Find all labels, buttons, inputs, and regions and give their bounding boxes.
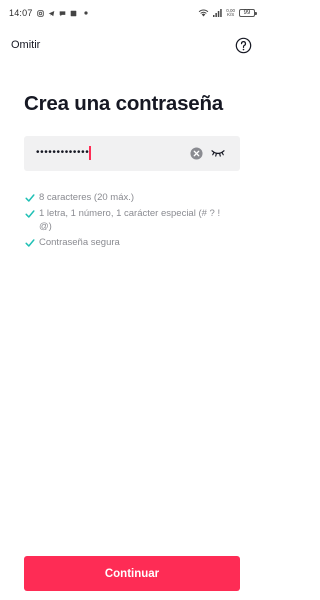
- text-caret: [89, 146, 91, 160]
- help-circle-icon[interactable]: [235, 37, 252, 54]
- requirement-label: 8 caracteres (20 máx.): [39, 192, 135, 203]
- clear-icon[interactable]: [190, 147, 203, 160]
- notification-dot-icon: [83, 11, 88, 15]
- requirement-label: Contraseña segura: [39, 237, 120, 248]
- requirement-item: 8 caracteres (20 máx.): [25, 191, 240, 204]
- telegram-icon: [48, 10, 54, 16]
- gallery-icon: [70, 10, 76, 16]
- status-bar: 14:07 0,00 K/S 99: [0, 0, 263, 26]
- eye-closed-icon[interactable]: [211, 148, 225, 158]
- skip-button[interactable]: Omitir: [11, 39, 40, 51]
- message-icon: [59, 10, 65, 16]
- network-speed-unit: K/S: [226, 12, 235, 17]
- battery-level: 99: [243, 10, 251, 16]
- page-title: Crea una contraseña: [24, 92, 223, 115]
- password-field[interactable]: •••••••••••••: [24, 136, 240, 171]
- top-nav: Omitir: [0, 34, 263, 58]
- signal-icon: [213, 9, 222, 17]
- password-value: •••••••••••••: [36, 147, 90, 158]
- password-requirements: 8 caracteres (20 máx.) 1 letra, 1 número…: [25, 191, 240, 252]
- check-icon: [25, 210, 35, 218]
- requirement-label: 1 letra, 1 número, 1 carácter especial (…: [39, 208, 221, 232]
- create-password-screen: 14:07 0,00 K/S 99 Omitir Crea una contra…: [0, 0, 263, 600]
- continue-button[interactable]: Continuar: [24, 556, 240, 591]
- check-icon: [25, 194, 35, 202]
- network-speed: 0,00 K/S: [226, 8, 235, 18]
- check-icon: [25, 239, 35, 247]
- wifi-icon: [198, 9, 209, 17]
- status-bar-right: 0,00 K/S 99: [198, 8, 257, 18]
- status-time: 14:07: [9, 8, 33, 18]
- battery-icon: 99: [239, 9, 257, 17]
- requirement-item: Contraseña segura: [25, 236, 240, 249]
- password-input[interactable]: •••••••••••••: [36, 146, 91, 160]
- instagram-icon: [36, 9, 44, 17]
- status-bar-left: 14:07: [9, 8, 88, 18]
- requirement-item: 1 letra, 1 número, 1 carácter especial (…: [25, 207, 240, 233]
